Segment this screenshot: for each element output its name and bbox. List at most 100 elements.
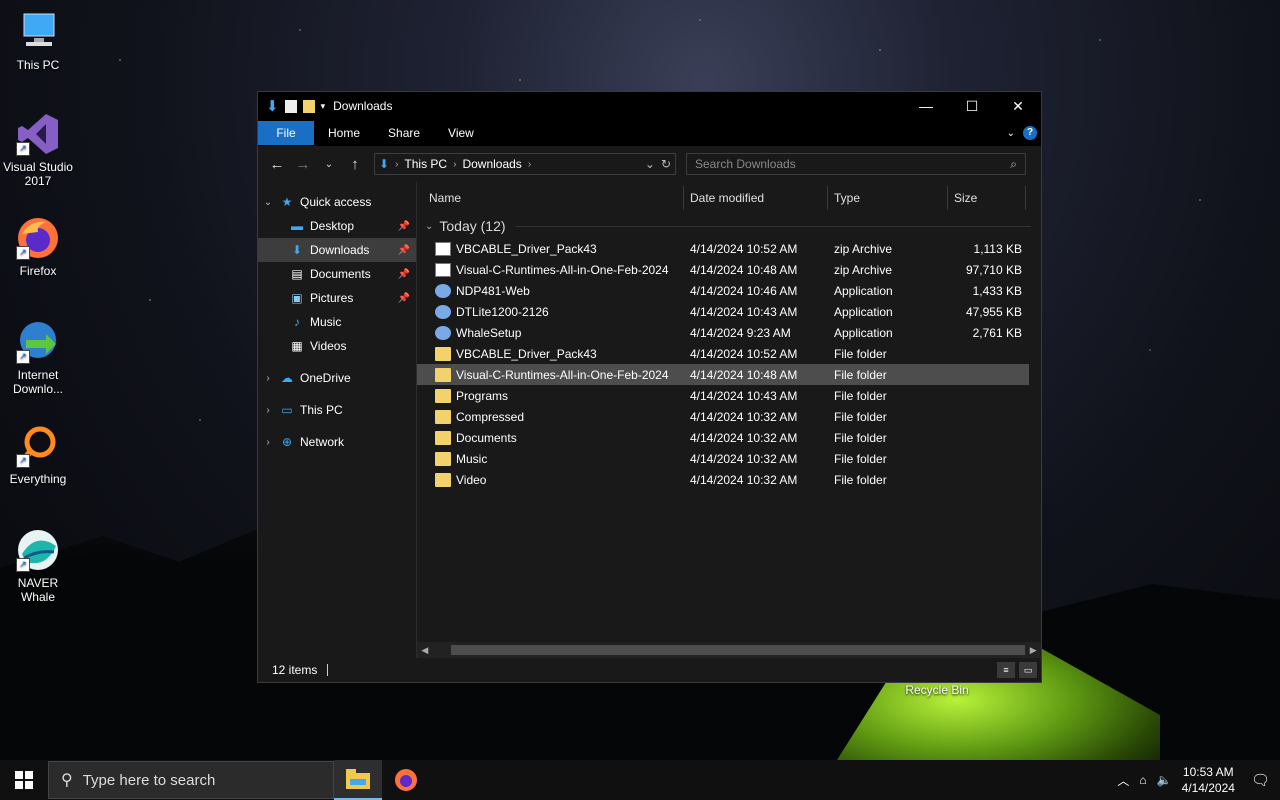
file-row[interactable]: Visual-C-Runtimes-All-in-One-Feb-2024 4/1…: [417, 259, 1029, 280]
properties-icon[interactable]: [284, 99, 297, 113]
idm-icon: ↗: [16, 320, 60, 364]
tab-view[interactable]: View: [434, 121, 488, 145]
sidebar-item-music[interactable]: ♪ Music: [258, 310, 416, 334]
desktop-icon-this-pc[interactable]: This PC: [0, 10, 76, 72]
column-header-date-modified[interactable]: Date modified: [684, 186, 828, 210]
scroll-left-icon[interactable]: ◀: [417, 645, 433, 656]
file-row[interactable]: VBCABLE_Driver_Pack43 4/14/2024 10:52 AM F…: [417, 343, 1029, 364]
help-icon[interactable]: ?: [1023, 126, 1037, 140]
tab-share[interactable]: Share: [374, 121, 434, 145]
new-folder-icon[interactable]: [302, 99, 315, 113]
file-row[interactable]: Visual-C-Runtimes-All-in-One-Feb-2024 4/1…: [417, 364, 1029, 385]
file-row[interactable]: Compressed 4/14/2024 10:32 AM File folder: [417, 406, 1029, 427]
taskbar-search-box[interactable]: ⚲ Type here to search: [48, 761, 334, 799]
refresh-icon[interactable]: ↻: [661, 157, 671, 171]
tab-home[interactable]: Home: [314, 121, 374, 145]
sidebar-item-downloads[interactable]: ⬇ Downloads 📌: [258, 238, 416, 262]
start-button[interactable]: [0, 760, 48, 800]
desktop-icon-label: Internet Downlo...: [12, 368, 64, 396]
breadcrumb-downloads[interactable]: Downloads: [458, 157, 525, 171]
network-icon[interactable]: ⌂: [1139, 773, 1146, 787]
breadcrumb-this-pc[interactable]: This PC: [400, 157, 451, 171]
show-hidden-icons-icon[interactable]: ︿: [1117, 772, 1129, 789]
desktop-icon-visual-studio[interactable]: ↗ Visual Studio 2017: [0, 112, 76, 188]
file-row[interactable]: Video 4/14/2024 10:32 AM File folder: [417, 469, 1029, 490]
sidebar-item-this-pc[interactable]: › ▭ This PC: [258, 398, 416, 422]
folder-icon: [435, 346, 451, 361]
sidebar-item-videos[interactable]: ▦ Videos: [258, 334, 416, 358]
desktop-icon-recycle-bin[interactable]: Recycle Bin: [898, 683, 976, 697]
forward-button[interactable]: →: [290, 156, 316, 173]
system-tray: ︿ ⌂ 🔈 10:53 AM 4/14/2024 🗨: [1117, 764, 1280, 796]
file-row[interactable]: DTLite1200-2126 4/14/2024 10:43 AM Applica…: [417, 301, 1029, 322]
maximize-button[interactable]: ☐: [949, 92, 995, 120]
file-name: NDP481-Web: [456, 283, 530, 298]
expand-ribbon-icon[interactable]: ⌄: [1007, 128, 1015, 139]
taskbar-search-input[interactable]: Type here to search: [83, 772, 216, 789]
desktop-icon-label: Recycle Bin: [905, 683, 969, 697]
firefox-icon: ↗: [16, 216, 60, 260]
file-size: 97,710 KB: [965, 262, 1022, 277]
search-input[interactable]: Search Downloads: [695, 157, 796, 171]
file-row[interactable]: VBCABLE_Driver_Pack43 4/14/2024 10:52 AM z…: [417, 238, 1029, 259]
desktop-icon-firefox[interactable]: ↗ Firefox: [0, 216, 76, 278]
group-header-today[interactable]: ⌄ Today (12): [417, 214, 1041, 238]
column-header-type[interactable]: Type: [828, 186, 948, 210]
customize-toolbar-icon[interactable]: ▾: [321, 101, 326, 112]
sidebar-item-desktop[interactable]: ▬ Desktop 📌: [258, 214, 416, 238]
file-type: File folder: [834, 451, 887, 466]
file-row[interactable]: Music 4/14/2024 10:32 AM File folder: [417, 448, 1029, 469]
scroll-right-icon[interactable]: ▶: [1025, 645, 1041, 656]
chevron-down-icon[interactable]: ⌄: [425, 221, 433, 232]
search-box[interactable]: Search Downloads ⌕: [686, 153, 1026, 175]
desktop-icon-everything[interactable]: ↗ Everything: [0, 424, 76, 486]
address-bar[interactable]: ⬇ › This PC › Downloads › ⌄ ↻: [374, 153, 676, 175]
chevron-right-icon[interactable]: ›: [451, 159, 458, 170]
chevron-right-icon[interactable]: ›: [258, 405, 278, 416]
file-row[interactable]: Programs 4/14/2024 10:43 AM File folder: [417, 385, 1029, 406]
chevron-down-icon[interactable]: ⌄: [258, 197, 278, 208]
column-header-name[interactable]: Name: [417, 186, 684, 210]
file-date: 4/14/2024 10:43 AM: [690, 304, 798, 319]
title-bar[interactable]: ⬇ ▾ Downloads — ☐ ✕: [258, 92, 1041, 120]
chevron-right-icon[interactable]: ›: [393, 159, 400, 170]
horizontal-scrollbar[interactable]: ◀ ▶: [417, 642, 1041, 658]
file-row[interactable]: WhaleSetup 4/14/2024 9:23 AM Application 2,…: [417, 322, 1029, 343]
file-row[interactable]: NDP481-Web 4/14/2024 10:46 AM Application 1…: [417, 280, 1029, 301]
desktop-icon-naver-whale[interactable]: ↗ NAVER Whale: [0, 528, 76, 604]
tab-file[interactable]: File: [258, 121, 314, 145]
file-type: zip Archive: [834, 262, 893, 277]
chevron-right-icon[interactable]: ›: [258, 437, 278, 448]
whale-browser-icon: ↗: [16, 528, 60, 572]
back-button[interactable]: ←: [264, 156, 290, 173]
desktop-icon: ▬: [291, 219, 303, 233]
scrollbar-thumb[interactable]: [450, 645, 1026, 655]
ribbon: File Home Share View ⌄ ?: [258, 120, 1041, 146]
large-icons-view-icon[interactable]: ▭: [1019, 662, 1037, 678]
column-header-size[interactable]: Size: [948, 186, 1026, 210]
sidebar-item-quick-access[interactable]: ⌄ ★ Quick access: [258, 190, 416, 214]
windows-logo-icon: [15, 771, 33, 789]
sidebar-item-documents[interactable]: ▤ Documents 📌: [258, 262, 416, 286]
sidebar-item-onedrive[interactable]: › ☁ OneDrive: [258, 366, 416, 390]
sidebar-item-network[interactable]: › ⊕ Network: [258, 430, 416, 454]
up-button[interactable]: ↑: [342, 156, 368, 173]
address-dropdown-icon[interactable]: ⌄: [645, 157, 655, 171]
desktop-icon-internet-download-manager[interactable]: ↗ Internet Downlo...: [0, 320, 76, 396]
recent-locations-button[interactable]: ⌄: [316, 159, 342, 170]
taskbar-file-explorer[interactable]: [334, 760, 382, 800]
sidebar-item-pictures[interactable]: ▣ Pictures 📌: [258, 286, 416, 310]
notifications-icon[interactable]: 🗨: [1251, 771, 1270, 789]
close-button[interactable]: ✕: [995, 92, 1041, 120]
volume-icon[interactable]: 🔈: [1157, 773, 1172, 787]
taskbar-firefox[interactable]: [382, 760, 430, 800]
minimize-button[interactable]: —: [903, 92, 949, 120]
chevron-right-icon[interactable]: ›: [258, 373, 278, 384]
clock[interactable]: 10:53 AM 4/14/2024: [1182, 764, 1235, 796]
file-type: File folder: [834, 388, 887, 403]
file-row[interactable]: Documents 4/14/2024 10:32 AM File folder: [417, 427, 1029, 448]
details-view-icon[interactable]: ≡: [997, 662, 1015, 678]
search-icon[interactable]: ⌕: [1010, 157, 1017, 172]
chevron-right-icon[interactable]: ›: [526, 159, 533, 170]
navigation-bar: ← → ⌄ ↑ ⬇ › This PC › Downloads › ⌄ ↻ Se…: [258, 146, 1041, 182]
